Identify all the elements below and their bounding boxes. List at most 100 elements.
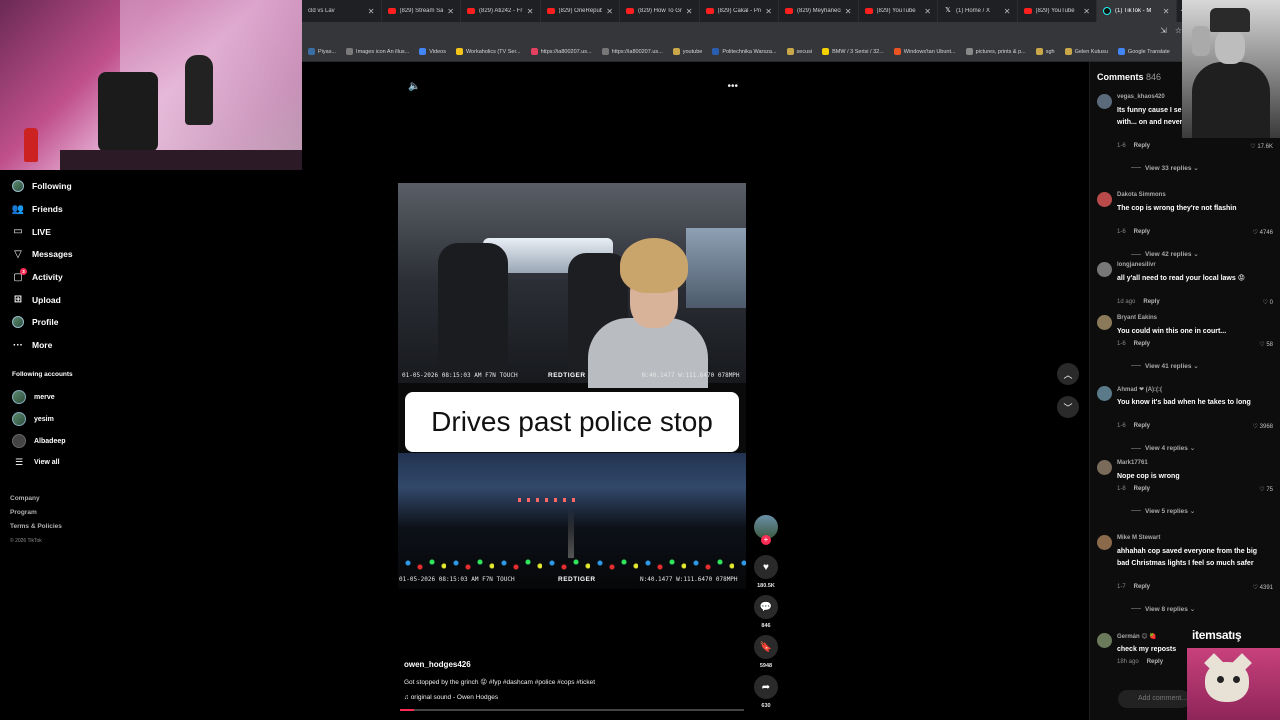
comment-like-button[interactable]: ♡ 4391 (1253, 584, 1273, 591)
avatar[interactable] (1097, 94, 1112, 109)
bookmark-item[interactable]: youtube (669, 45, 707, 59)
browser-tab[interactable]: 𝕏 (1) Home / X ✕ (938, 0, 1018, 22)
comment-username[interactable]: Mark17761 (1117, 460, 1148, 466)
close-icon[interactable]: ✕ (845, 7, 852, 16)
account-yesim[interactable]: yesim (12, 412, 54, 426)
avatar[interactable] (1097, 535, 1112, 550)
avatar[interactable] (1097, 460, 1112, 475)
avatar[interactable] (1097, 262, 1112, 277)
previous-video-button[interactable]: ︿ (1057, 363, 1079, 385)
close-icon[interactable]: ✕ (606, 7, 613, 16)
close-icon[interactable]: ✕ (1004, 7, 1011, 16)
star-icon[interactable]: ☆ (1175, 26, 1182, 35)
view-all-accounts[interactable]: ☰ View all (12, 457, 60, 468)
more-options-icon[interactable]: ••• (727, 81, 738, 92)
browser-tab[interactable]: (829) YouTube ✕ (1018, 0, 1097, 22)
account-merve[interactable]: merve (12, 390, 55, 404)
sidebar-item-activity[interactable]: ▢ 3 Activity (0, 266, 120, 289)
follow-plus-icon[interactable]: + (761, 535, 771, 545)
close-icon[interactable]: ✕ (686, 7, 693, 16)
bookmark-item[interactable]: Gelen Kutusu (1061, 45, 1112, 59)
comment-username[interactable]: longjanesilivr (1117, 262, 1156, 268)
comment-like-button[interactable]: ♡ 17.6K (1250, 143, 1273, 150)
comment-username[interactable]: Bryant Eakins (1117, 315, 1157, 321)
reply-button[interactable]: Reply (1134, 143, 1150, 149)
browser-tab[interactable]: (829) Stream Sav ✕ (382, 0, 461, 22)
bookmark-item[interactable]: secusi (783, 45, 817, 59)
comment-like-button[interactable]: ♡ 0 (1263, 299, 1273, 306)
avatar[interactable] (1097, 386, 1112, 401)
comment-username[interactable]: vegas_khaos420 (1117, 94, 1165, 100)
footer-link-terms[interactable]: Terms & Policies (10, 520, 62, 534)
footer-link-company[interactable]: Company (10, 492, 62, 506)
bookmark-item[interactable]: Images icon An illus... (342, 45, 413, 59)
bookmark-item[interactable]: BMW / 3 Serisi / 32... (818, 45, 888, 59)
bookmark-item[interactable]: Videos (415, 45, 450, 59)
close-icon[interactable]: ✕ (765, 7, 772, 16)
bookmark-item[interactable]: Workaholics (TV Ser... (452, 45, 525, 59)
browser-tab[interactable]: (829) Ati242 - Fr ✕ (461, 0, 541, 22)
view-replies-button[interactable]: View 41 replies ⌄ (1131, 362, 1199, 370)
comment-button[interactable]: 💬 (754, 595, 778, 619)
avatar[interactable] (1097, 315, 1112, 330)
reply-button[interactable]: Reply (1143, 299, 1159, 305)
browser-tab[interactable]: (829) Meyhaneci ✕ (779, 0, 859, 22)
browser-tab[interactable]: (1) TikTok - M ✕ (1097, 0, 1177, 22)
comment-like-button[interactable]: ♡ 58 (1259, 341, 1273, 348)
view-replies-button[interactable]: View 4 replies ⌄ (1131, 444, 1195, 452)
install-icon[interactable]: ⇲ (1160, 26, 1167, 35)
sidebar-item-upload[interactable]: ⊞ Upload (0, 288, 120, 311)
close-icon[interactable]: ✕ (527, 7, 534, 16)
browser-tab[interactable]: (829) YouTube ✕ (859, 0, 938, 22)
reply-button[interactable]: Reply (1134, 423, 1150, 429)
view-replies-button[interactable]: View 5 replies ⌄ (1131, 507, 1195, 515)
sidebar-item-profile[interactable]: Profile (0, 311, 120, 334)
comment-username[interactable]: Dakota Simmons (1117, 192, 1166, 198)
reply-button[interactable]: Reply (1134, 486, 1150, 492)
browser-tab[interactable]: (829) How To Gr ✕ (620, 0, 700, 22)
close-icon[interactable]: ✕ (447, 7, 454, 16)
bookmark-item[interactable]: https://ia800207.us... (527, 45, 596, 59)
footer-link-program[interactable]: Program (10, 506, 62, 520)
bookmark-item[interactable]: Politechnika Warsza... (708, 45, 780, 59)
sidebar-item-live[interactable]: ▭ LIVE (0, 220, 120, 243)
close-icon[interactable]: ✕ (924, 7, 931, 16)
close-icon[interactable]: ✕ (368, 7, 375, 16)
bookmark-item[interactable]: Google Translate (1114, 45, 1174, 59)
comment-like-button[interactable]: ♡ 3968 (1253, 423, 1273, 430)
comment-like-button[interactable]: ♡ 75 (1259, 486, 1273, 493)
reply-button[interactable]: Reply (1134, 341, 1150, 347)
sound-info[interactable]: ♫ original sound - Owen Hodges (404, 694, 498, 701)
reply-button[interactable]: Reply (1134, 229, 1150, 235)
add-comment-input[interactable]: Add comment... (1118, 690, 1190, 708)
browser-tab[interactable]: (829) Cakal - Pro ✕ (700, 0, 779, 22)
author-username[interactable]: owen_hodges426 (404, 660, 471, 669)
next-video-button[interactable]: ﹀ (1057, 396, 1079, 418)
video-player[interactable]: 01-05-2026 08:15:03 AM F7N TOUCH REDTIGE… (398, 183, 746, 589)
view-replies-button[interactable]: View 8 replies ⌄ (1131, 605, 1195, 613)
like-button[interactable]: ♥ (754, 555, 778, 579)
sidebar-item-following[interactable]: Following (0, 175, 120, 198)
comment-username[interactable]: Germán 😊 🍓 (1117, 633, 1157, 640)
bookmark-item[interactable]: Windows'tan Ubunt... (890, 45, 960, 59)
sidebar-item-friends[interactable]: 👥 Friends (0, 198, 120, 221)
bookmark-item[interactable]: https://ia800207.us... (598, 45, 667, 59)
sidebar-item-more[interactable]: ··· More (0, 334, 120, 357)
video-progress-bar[interactable] (400, 709, 744, 711)
sidebar-item-messages[interactable]: ▽ Messages (0, 243, 120, 266)
browser-tab[interactable]: cld vs Lav ✕ (302, 0, 382, 22)
bookmark-item[interactable]: Piyas... (304, 45, 340, 59)
view-replies-button[interactable]: View 42 replies ⌄ (1131, 250, 1199, 258)
avatar[interactable] (1097, 633, 1112, 648)
reply-button[interactable]: Reply (1147, 659, 1163, 665)
bookmark-item[interactable]: sgh (1032, 45, 1059, 59)
account-albadeep[interactable]: Albadeep (12, 434, 66, 448)
comment-like-button[interactable]: ♡ 4746 (1253, 229, 1273, 236)
comment-username[interactable]: Ahmad ❤ (A):(:( (1117, 386, 1162, 393)
avatar[interactable] (1097, 192, 1112, 207)
share-button[interactable]: ➦ (754, 675, 778, 699)
volume-icon[interactable]: 🔈 (408, 81, 420, 92)
close-icon[interactable]: ✕ (1163, 7, 1170, 16)
reply-button[interactable]: Reply (1134, 584, 1150, 590)
close-icon[interactable]: ✕ (1083, 7, 1090, 16)
